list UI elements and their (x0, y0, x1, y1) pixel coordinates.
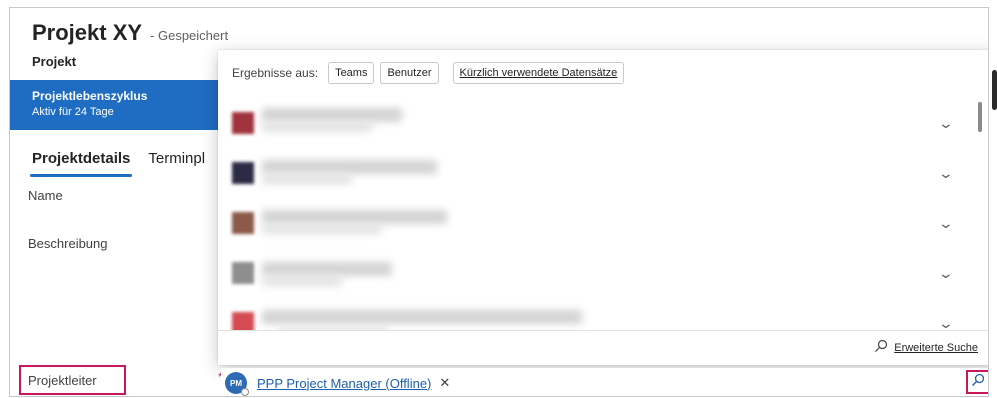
redacted-text (262, 122, 372, 132)
chevron-down-icon[interactable]: ⌄ (938, 215, 954, 232)
redacted-text (262, 108, 402, 122)
search-icon (971, 373, 985, 392)
redacted-text (262, 310, 582, 324)
results-list: ⌄ ⌄ ⌄ ⌄ ⌄ (218, 98, 988, 331)
list-item[interactable]: ⌄ (218, 198, 988, 248)
partial-element (992, 70, 997, 110)
avatar (232, 162, 254, 184)
saved-status: - Gespeichert (150, 28, 229, 43)
projektleiter-lookup-input[interactable]: PM PPP Project Manager (Offline) ✕ (221, 368, 988, 396)
avatar (232, 112, 254, 134)
projektleiter-highlight (19, 365, 126, 395)
avatar (232, 262, 254, 284)
advanced-search-link[interactable]: Erweiterte Suche (894, 342, 978, 354)
avatar (232, 312, 254, 330)
list-item[interactable]: ⌄ (218, 98, 988, 148)
redacted-text (262, 160, 437, 174)
dropdown-footer: Erweiterte Suche (218, 330, 988, 365)
avatar-initials: PM (230, 378, 242, 388)
bpf-subtitle: Aktiv für 24 Tage (32, 106, 114, 118)
chevron-down-icon[interactable]: ⌄ (938, 265, 954, 282)
lookup-dropdown: Ergebnisse aus: Teams Benutzer Kürzlich … (218, 50, 988, 365)
dropdown-filter-bar: Ergebnisse aus: Teams Benutzer Kürzlich … (232, 62, 625, 84)
close-icon[interactable]: ✕ (439, 375, 450, 391)
scrollbar[interactable] (978, 102, 982, 132)
presence-icon (241, 388, 249, 396)
list-item[interactable]: ⌄ (218, 248, 988, 298)
beschreibung-label: Beschreibung (28, 236, 108, 251)
redacted-text (262, 224, 382, 234)
chevron-down-icon[interactable]: ⌄ (938, 165, 954, 182)
redacted-text (262, 276, 342, 286)
recent-records-button[interactable]: Kürzlich verwendete Datensätze (452, 62, 625, 84)
page-title: Projekt XY (32, 20, 143, 45)
search-icon (874, 339, 888, 358)
tab-projektdetails[interactable]: Projektdetails (29, 150, 133, 177)
entity-name: Projekt (32, 54, 77, 69)
bpf-stage[interactable]: Projektlebenszyklus Aktiv für 24 Tage (10, 80, 242, 130)
app-frame: Projekt XY - Gespeichert Projekt Projekt… (9, 7, 989, 397)
name-label: Name (28, 188, 63, 203)
avatar (232, 212, 254, 234)
avatar: PM (225, 372, 249, 396)
chevron-down-icon[interactable]: ⌄ (938, 315, 954, 331)
list-item[interactable]: ⌄ (218, 298, 988, 331)
list-item[interactable]: ⌄ (218, 148, 988, 198)
lookup-search-button[interactable] (966, 370, 988, 394)
filter-benutzer-button[interactable]: Benutzer (380, 62, 439, 84)
title-row: Projekt XY - Gespeichert (32, 20, 228, 46)
chevron-down-icon[interactable]: ⌄ (938, 115, 954, 132)
bpf-title: Projektlebenszyklus (32, 89, 148, 103)
redacted-text (262, 210, 447, 224)
lookup-value-link[interactable]: PPP Project Manager (Offline) (257, 376, 431, 391)
redacted-text (262, 174, 352, 184)
tab-terminplan[interactable]: Terminpl (148, 150, 205, 177)
tab-bar: Projektdetails Terminpl (29, 150, 205, 177)
redacted-text (262, 262, 392, 276)
filter-teams-button[interactable]: Teams (328, 62, 375, 84)
results-from-label: Ergebnisse aus: (232, 66, 319, 80)
